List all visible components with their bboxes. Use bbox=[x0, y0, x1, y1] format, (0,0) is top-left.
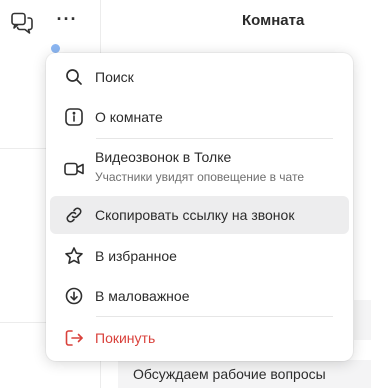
room-title: Комната bbox=[242, 12, 305, 29]
room-context-menu: Поиск О комнате Видеозвонок в Толке Учас… bbox=[46, 53, 353, 361]
more-dots-icon: ··· bbox=[56, 9, 78, 29]
menu-item-video-call-hint: Участники увидят оповещение в чате bbox=[95, 170, 304, 184]
menu-item-copy-call-link[interactable]: Скопировать ссылку на звонок bbox=[50, 196, 349, 234]
message-bubble-edge bbox=[354, 300, 371, 340]
menu-item-video-call[interactable]: Видеозвонок в Толке Участники увидят опо… bbox=[50, 143, 349, 189]
menu-item-about-room[interactable]: О комнате bbox=[50, 99, 349, 135]
info-icon bbox=[63, 106, 85, 128]
star-icon bbox=[63, 245, 85, 267]
logout-icon bbox=[63, 327, 85, 349]
menu-item-favorite[interactable]: В избранное bbox=[50, 238, 349, 274]
video-camera-icon bbox=[63, 158, 85, 180]
chats-icon[interactable] bbox=[9, 10, 35, 36]
menu-item-search[interactable]: Поиск bbox=[50, 59, 349, 95]
search-icon bbox=[63, 66, 85, 88]
menu-item-leave[interactable]: Покинуть bbox=[50, 320, 349, 356]
menu-separator bbox=[96, 316, 333, 317]
message-preview: Обсуждаем рабочие вопросы bbox=[118, 360, 371, 388]
menu-item-low-priority[interactable]: В маловажное bbox=[50, 278, 349, 314]
top-bar: ··· Комната bbox=[0, 0, 371, 44]
status-dot bbox=[51, 44, 60, 53]
message-preview-text: Обсуждаем рабочие вопросы bbox=[133, 366, 326, 382]
more-options-button[interactable]: ··· bbox=[54, 10, 80, 36]
menu-separator bbox=[96, 138, 333, 139]
link-icon bbox=[63, 204, 85, 226]
arrow-down-circle-icon bbox=[63, 285, 85, 307]
